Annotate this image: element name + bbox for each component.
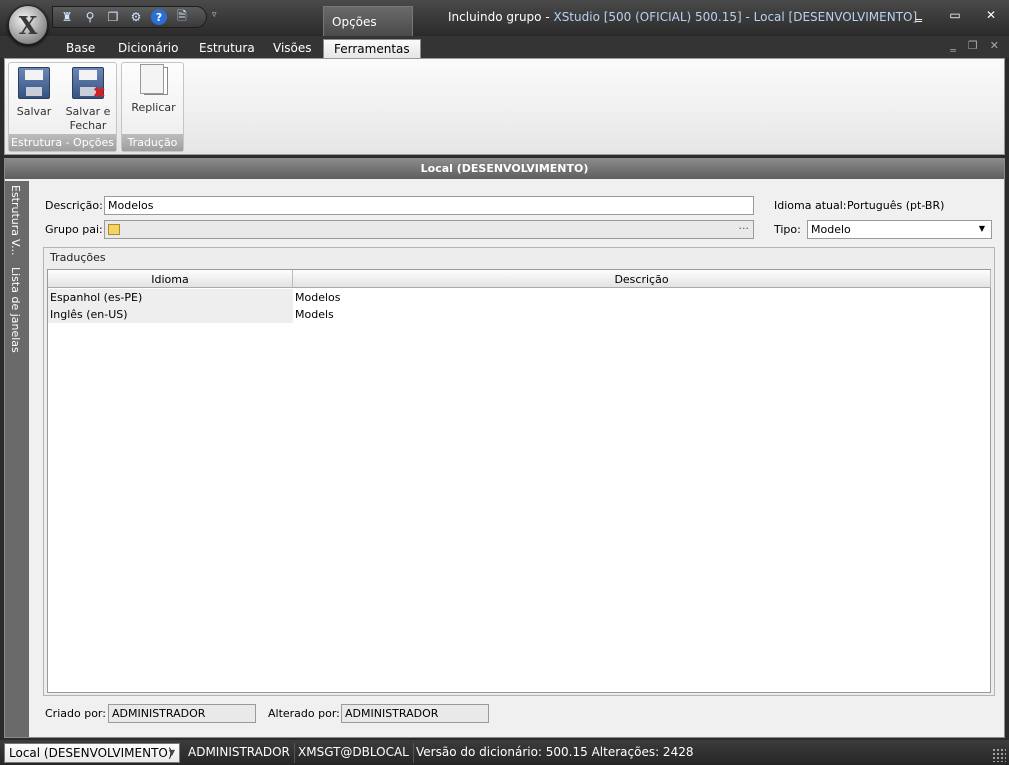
save-label: Salvar — [16, 105, 52, 118]
idioma-value: Português (pt-BR) — [847, 199, 945, 212]
search-icon[interactable]: ⚲ — [82, 9, 98, 25]
document-header: Local (DESENVOLVIMENTO) — [5, 159, 1004, 179]
table-cell-idioma[interactable]: Inglês (en-US) — [48, 306, 293, 323]
save-close-label-line1: Salvar e — [65, 105, 111, 118]
group-caption: Estrutura - Opções — [9, 134, 116, 151]
mdi-restore-button[interactable]: ❐ — [968, 39, 978, 52]
window-title-prefix: Incluindo grupo - — [448, 10, 554, 24]
descricao-input[interactable]: Modelos — [104, 196, 754, 215]
translations-grid[interactable]: Idioma Descrição Espanhol (es-PE) Modelo… — [47, 269, 991, 693]
maximize-button[interactable]: ▭ — [945, 8, 965, 22]
table-cell-idioma[interactable]: Espanhol (es-PE) — [48, 289, 293, 306]
quick-access-toolbar: ♜ ⚲ ❐ ⚙ ? 🗎 — [52, 6, 207, 28]
idioma-label: Idioma atual: — [774, 199, 847, 212]
criado-por-field: ADMINISTRADOR — [108, 704, 256, 723]
side-tab-estrutura[interactable]: Estrutura — [9, 185, 22, 236]
ribbon-panel: Salvar ✖ Salvar e Fechar Estrutura - Opç… — [4, 58, 1005, 155]
table-cell-descricao[interactable]: Models — [293, 306, 991, 323]
tab-estrutura[interactable]: Estrutura — [189, 39, 265, 59]
column-header-descricao[interactable]: Descrição — [293, 270, 991, 288]
window-title-accent: XStudio [500 (OFICIAL) 500.15] - Local [… — [553, 10, 918, 24]
grupo-pai-browse-button[interactable]: ··· — [739, 222, 750, 235]
mdi-minimize-button[interactable]: ‗ — [950, 39, 956, 52]
app-menu-button[interactable]: X — [8, 5, 48, 45]
translations-title: Traduções — [50, 251, 106, 264]
replicate-button[interactable]: Replicar — [126, 64, 181, 115]
save-button[interactable]: Salvar — [13, 67, 55, 119]
document-info-icon[interactable]: 🗎 — [174, 9, 190, 25]
close-button[interactable]: ✕ — [981, 8, 1001, 22]
status-user: ADMINISTRADOR — [184, 743, 295, 763]
tipo-select[interactable]: Modelo ▼ — [807, 220, 992, 239]
gear-icon[interactable]: ⚙ — [128, 9, 144, 25]
side-tab-v[interactable]: V... — [9, 239, 22, 256]
environment-select[interactable]: Local (DESENVOLVIMENTO) ▼ — [4, 743, 180, 763]
save-icon — [18, 67, 50, 99]
table-cell-descricao[interactable]: Modelos — [293, 289, 991, 306]
tab-dicionario[interactable]: Dicionário — [108, 39, 188, 59]
app-logo: X — [18, 10, 38, 40]
status-version: Versão do dicionário: 500.15 Alterações:… — [416, 745, 694, 759]
qat-customize-icon[interactable]: ▿ — [212, 10, 217, 20]
alterado-por-label: Alterado por: — [268, 707, 340, 720]
column-header-idioma[interactable]: Idioma — [48, 270, 293, 288]
mdi-close-button[interactable]: ✕ — [990, 39, 999, 52]
window-title: Incluindo grupo - XStudio [500 (OFICIAL)… — [448, 10, 917, 24]
side-tab-lista-janelas[interactable]: Lista de janelas — [9, 267, 22, 353]
resize-grip-icon[interactable] — [992, 748, 1006, 762]
replicate-label: Replicar — [131, 101, 176, 114]
grupo-pai-picker[interactable]: ··· — [104, 220, 754, 239]
context-tab-options[interactable]: Opções — [323, 6, 413, 36]
chevron-down-icon: ▼ — [978, 224, 985, 233]
chevron-down-icon: ▼ — [168, 748, 175, 757]
user-settings-icon[interactable]: ♜ — [59, 9, 75, 25]
document-window: Local (DESENVOLVIMENTO) Estrutura V... L… — [4, 158, 1005, 738]
title-bar: X ♜ ⚲ ❐ ⚙ ? 🗎 ▿ Opções Incluindo grupo -… — [0, 0, 1009, 45]
tab-visoes[interactable]: Visões — [263, 39, 322, 59]
group-estrutura-opcoes: Salvar ✖ Salvar e Fechar Estrutura - Opç… — [8, 62, 117, 152]
copy-icon[interactable]: ❐ — [105, 9, 121, 25]
help-icon[interactable]: ? — [151, 9, 167, 25]
folder-icon — [108, 224, 120, 235]
descricao-label: Descrição: — [45, 199, 103, 212]
save-close-icon: ✖ — [72, 67, 106, 101]
save-close-button[interactable]: ✖ Salvar e Fechar — [61, 67, 115, 133]
tipo-value: Modelo — [811, 223, 851, 236]
group-traducao: Replicar Tradução — [121, 62, 184, 152]
environment-value: Local (DESENVOLVIMENTO) — [9, 746, 173, 760]
minimize-button[interactable]: ‗ — [909, 8, 929, 22]
alterado-por-field: ADMINISTRADOR — [341, 704, 489, 723]
status-bar: Local (DESENVOLVIMENTO) ▼ ADMINISTRADOR … — [0, 740, 1009, 765]
translations-groupbox: Traduções Idioma Descrição Espanhol (es-… — [43, 247, 995, 696]
save-close-label-line2: Fechar — [69, 119, 107, 132]
replicate-icon — [140, 64, 168, 95]
group-caption: Tradução — [122, 134, 183, 151]
status-connection: XMSGT@DBLOCAL — [294, 743, 414, 763]
side-panel-strip: Estrutura V... Lista de janelas — [5, 181, 29, 737]
tipo-label: Tipo: — [774, 223, 801, 236]
grupo-pai-label: Grupo pai: — [45, 223, 103, 236]
criado-por-label: Criado por: — [45, 707, 106, 720]
tab-ferramentas[interactable]: Ferramentas — [323, 39, 421, 59]
ribbon-tab-row: Base Dicionário Estrutura Visões Ferrame… — [0, 36, 1009, 59]
tab-base[interactable]: Base — [56, 39, 105, 59]
